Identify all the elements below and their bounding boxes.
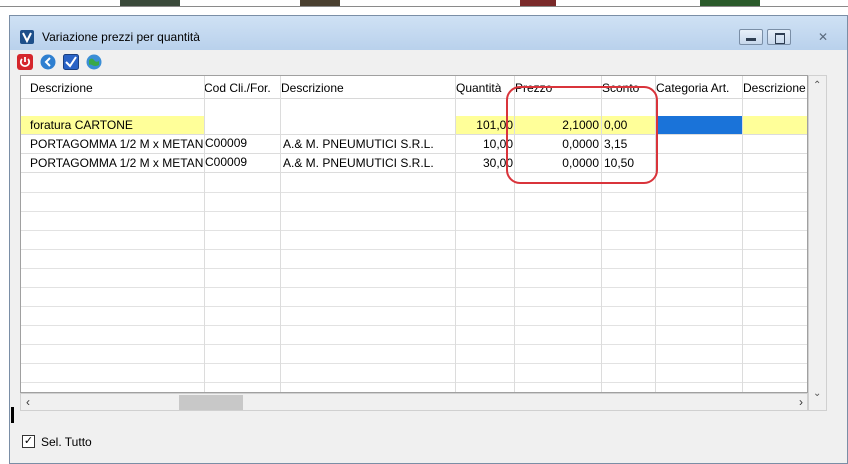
cell-categoria-active[interactable] <box>656 116 742 134</box>
cell-cod-editor[interactable] <box>205 116 280 134</box>
grid-empty-line <box>21 230 807 231</box>
price-grid[interactable]: Descrizione Cod Cli./For. Descrizione Qu… <box>20 75 808 393</box>
close-button[interactable]: ✕ <box>813 29 833 45</box>
column-divider <box>742 76 743 392</box>
cell-quantita[interactable]: 101,00 <box>457 118 513 132</box>
grid-empty-line <box>21 306 807 307</box>
power-icon[interactable] <box>17 54 33 70</box>
grid-header: Descrizione Cod Cli./For. Descrizione Qu… <box>21 76 807 99</box>
title-bar[interactable]: Variazione prezzi per quantità ✕ <box>10 16 847 50</box>
column-divider <box>455 76 456 392</box>
cell-cod[interactable]: C00009 <box>205 136 280 150</box>
grid-empty-line <box>21 211 807 212</box>
vertical-scrollbar[interactable]: ⌃ ⌄ <box>808 75 827 411</box>
scroll-right-icon[interactable]: › <box>799 395 803 409</box>
horizontal-scroll-thumb[interactable] <box>179 395 243 410</box>
horizontal-scrollbar[interactable]: ‹ › <box>20 393 808 411</box>
scroll-up-icon[interactable]: ⌃ <box>813 80 821 91</box>
column-divider <box>280 76 281 392</box>
minimize-button[interactable] <box>739 29 763 45</box>
cell-quantita[interactable]: 10,00 <box>457 137 513 151</box>
grid-empty-line <box>21 268 807 269</box>
grid-empty-line <box>21 325 807 326</box>
column-header-quantita[interactable]: Quantità <box>456 81 501 95</box>
cell-descrizione-2-editor[interactable] <box>281 116 455 134</box>
select-all-checkbox[interactable]: ✓ <box>22 435 35 448</box>
column-header-categoria[interactable]: Categoria Art. <box>656 81 729 95</box>
maximize-icon <box>775 33 785 44</box>
minimize-icon <box>746 38 756 41</box>
scroll-down-icon[interactable]: ⌄ <box>813 388 821 399</box>
toolbar <box>10 50 847 76</box>
grid-empty-line <box>21 249 807 250</box>
row-marker <box>11 407 14 423</box>
grid-empty-line <box>21 382 807 383</box>
table-row[interactable]: foratura CARTONE 101,00 2,1000 0,00 <box>21 116 807 135</box>
grid-empty-line <box>21 363 807 364</box>
select-all-label: Sel. Tutto <box>41 435 92 449</box>
cell-descrizione-2[interactable]: A.& M. PNEUMUTICI S.R.L. <box>283 137 453 151</box>
confirm-check-icon[interactable] <box>63 54 79 70</box>
cell-descrizione[interactable]: PORTAGOMMA 1/2 M x METANO <box>30 137 204 151</box>
cell-cod[interactable]: C00009 <box>205 155 280 169</box>
scroll-left-icon[interactable]: ‹ <box>26 395 30 409</box>
cell-descrizione[interactable]: PORTAGOMMA 1/2 M x METANO <box>30 156 204 170</box>
globe-icon[interactable] <box>86 54 102 70</box>
cell-descrizione-2[interactable]: A.& M. PNEUMUTICI S.R.L. <box>283 156 453 170</box>
checkmark-icon: ✓ <box>23 435 34 447</box>
cell-descrizione[interactable]: foratura CARTONE <box>30 118 200 132</box>
maximize-button[interactable] <box>767 29 791 45</box>
column-header-descrizione-3[interactable]: Descrizione <box>743 81 806 95</box>
grid-empty-line <box>21 287 807 288</box>
app-icon <box>20 30 34 44</box>
column-divider <box>204 76 205 392</box>
close-icon: ✕ <box>817 30 829 44</box>
back-icon[interactable] <box>40 54 56 70</box>
red-highlight-annotation <box>506 86 658 184</box>
window-title: Variazione prezzi per quantità <box>42 30 200 44</box>
table-row[interactable]: PORTAGOMMA 1/2 M x METANO C00009 A.& M. … <box>21 135 807 154</box>
column-header-descrizione[interactable]: Descrizione <box>30 81 93 95</box>
grid-empty-line <box>21 192 807 193</box>
cell-quantita[interactable]: 30,00 <box>457 156 513 170</box>
column-header-descrizione-2[interactable]: Descrizione <box>281 81 344 95</box>
grid-empty-line <box>21 344 807 345</box>
table-row[interactable]: PORTAGOMMA 1/2 M x METANO C00009 A.& M. … <box>21 154 807 173</box>
column-header-cod[interactable]: Cod Cli./For. <box>204 81 271 95</box>
background-strip <box>0 0 848 8</box>
